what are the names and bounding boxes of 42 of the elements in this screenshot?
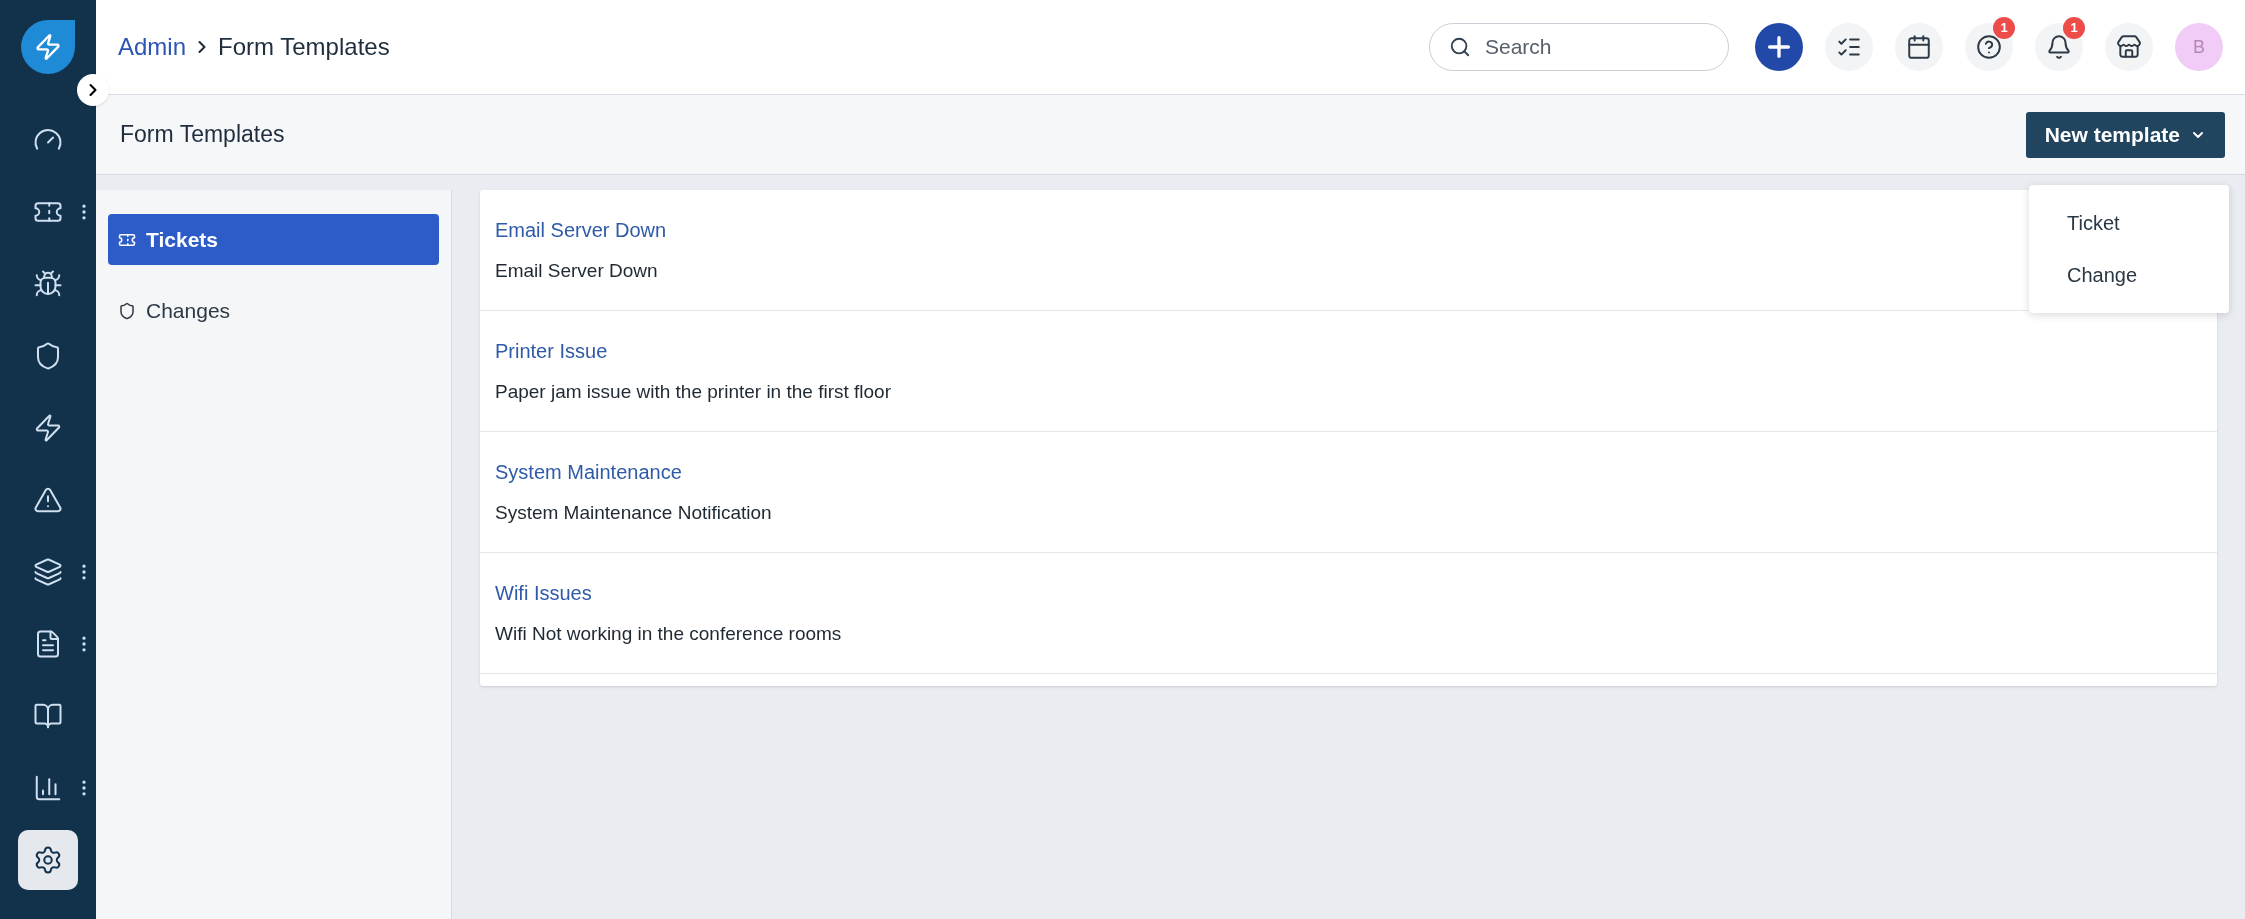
calendar-icon (1906, 34, 1932, 60)
expand-sidebar-button[interactable] (77, 74, 109, 106)
shield-icon (118, 301, 136, 320)
help-button[interactable] (1965, 23, 2013, 71)
menu-item[interactable]: Change (2029, 249, 2229, 301)
help-icon (1976, 34, 2002, 60)
bar-chart-icon (33, 773, 63, 803)
layers-icon (33, 557, 63, 587)
category-item[interactable]: Tickets (108, 214, 439, 265)
bug-icon (33, 269, 63, 299)
warning-icon (33, 485, 63, 515)
category-item[interactable]: Changes (108, 285, 439, 336)
lightning-icon (34, 33, 62, 61)
count-badge: 1 (1993, 17, 2015, 39)
template-description: Wifi Not working in the conference rooms (495, 621, 842, 646)
calendar-button[interactable] (1895, 23, 1943, 71)
page-title: Form Templates (120, 120, 285, 150)
count-badge: 1 (2063, 17, 2085, 39)
app-logo[interactable] (21, 20, 75, 74)
notifications-icon (2046, 34, 2072, 60)
tasks-button[interactable] (1825, 23, 1873, 71)
template-title[interactable]: Printer Issue (495, 335, 608, 366)
add-button[interactable] (1755, 23, 1803, 71)
template-title[interactable]: Wifi Issues (495, 577, 592, 608)
template-description: Paper jam issue with the printer in the first floor (495, 379, 891, 404)
store-button[interactable] (2105, 23, 2153, 71)
template-title[interactable]: System Maintenance (495, 456, 682, 487)
template-description: Email Server Down (495, 258, 658, 283)
store-icon (2116, 34, 2142, 60)
sidebar-item[interactable] (18, 830, 78, 890)
menu-item[interactable]: Ticket (2029, 197, 2229, 249)
breadcrumb-link[interactable]: Admin (118, 29, 187, 65)
new-template-button[interactable]: New template (2025, 111, 2225, 158)
search-icon (1449, 36, 1471, 58)
search-field[interactable]: Search (1429, 23, 1729, 71)
notifications-button[interactable] (2035, 23, 2083, 71)
breadcrumb-current: Form Templates (218, 32, 390, 62)
book-icon (33, 701, 63, 731)
lightning-icon (33, 413, 63, 443)
template-description: System Maintenance Notification (495, 500, 772, 525)
settings-icon (33, 845, 63, 875)
template-title[interactable]: Email Server Down (495, 214, 667, 245)
